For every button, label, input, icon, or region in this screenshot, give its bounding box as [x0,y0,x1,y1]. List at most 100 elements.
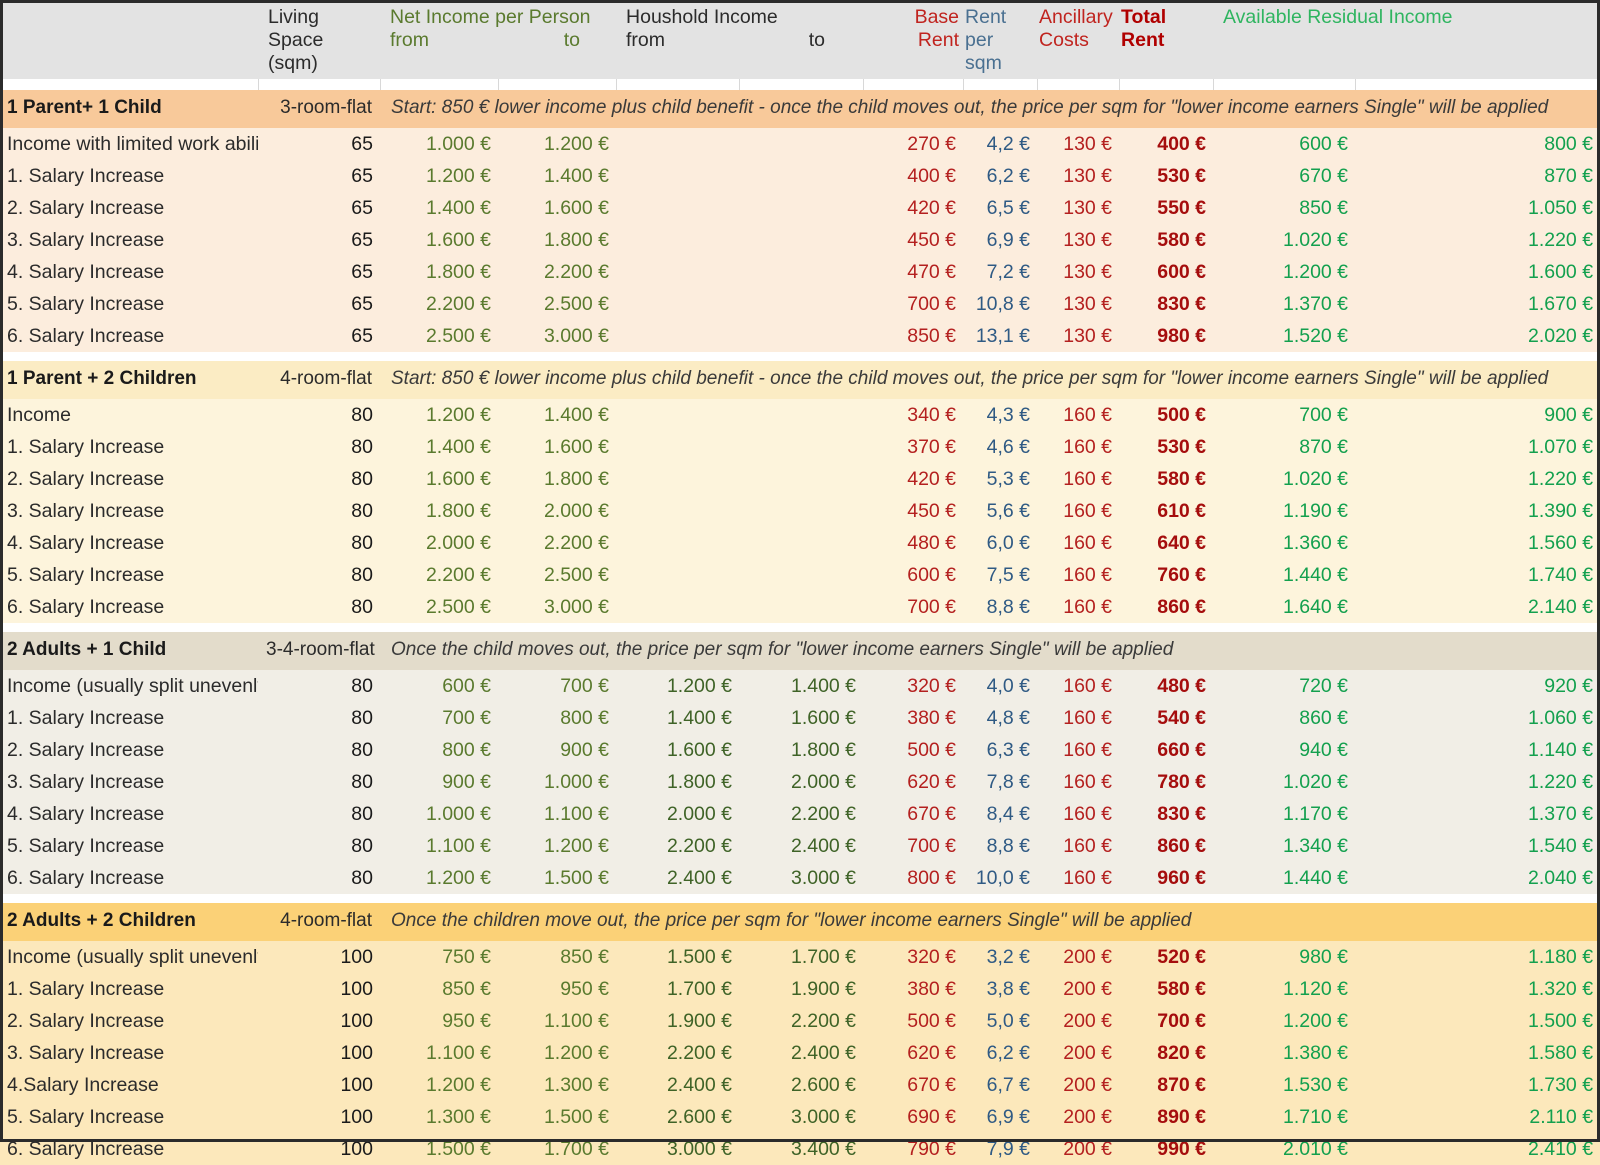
cell-household-income-to: 2.200 € [739,798,864,830]
row-label: Income [0,399,258,431]
cell-rent-per-sqm: 10,8 € [963,288,1038,320]
cell-net-income-to: 800 € [498,702,617,734]
gap-cell [863,79,964,90]
cell-living-space: 100 [258,1069,380,1101]
separator-cell [863,623,964,632]
row-label: 6. Salary Increase [0,862,258,894]
cell-residual-to: 1.560 € [1355,527,1600,559]
gap-cell [739,79,864,90]
cell-base-rent: 690 € [863,1101,964,1133]
cell-total-rent: 980 € [1119,320,1214,352]
cell-household-income-to: 1.800 € [739,734,864,766]
cell-ancillary-costs: 160 € [1037,702,1120,734]
cell-ancillary-costs: 160 € [1037,399,1120,431]
row-label: 3. Salary Increase [0,224,258,256]
cell-net-income-to: 3.000 € [498,591,617,623]
cell-household-income-to [739,256,864,288]
cell-living-space: 65 [258,288,380,320]
cell-rent-per-sqm: 7,8 € [963,766,1038,798]
cell-household-income-from [616,527,740,559]
group-note: Start: 850 € lower income plus child ben… [380,90,1600,128]
cell-residual-from: 1.530 € [1213,1069,1356,1101]
cell-residual-to: 1.540 € [1355,830,1600,862]
row-label: 4. Salary Increase [0,256,258,288]
cell-household-income-from [616,256,740,288]
cell-living-space: 80 [258,702,380,734]
cell-total-rent: 500 € [1119,399,1214,431]
cell-net-income-to: 1.600 € [498,431,617,463]
cell-household-income-from [616,128,740,160]
cell-ancillary-costs: 160 € [1037,559,1120,591]
cell-living-space: 100 [258,1005,380,1037]
table-row: 2. Salary Increase 80 800 €900 €1.600 €1.8… [0,734,1600,766]
cell-living-space: 80 [258,399,380,431]
cell-net-income-from: 1.400 € [380,192,498,224]
header-ancillary-costs: Ancillary Costs [1037,0,1120,79]
cell-net-income-to: 1.300 € [498,1069,617,1101]
row-label: 3. Salary Increase [0,495,258,527]
cell-net-income-to: 1.200 € [498,128,617,160]
separator-cell [380,352,498,361]
cell-net-income-from: 1.200 € [380,160,498,192]
cell-net-income-to: 1.500 € [498,1101,617,1133]
cell-rent-per-sqm: 4,2 € [963,128,1038,160]
cell-net-income-from: 1.000 € [380,128,498,160]
header-ancillary-line2: Costs [1039,29,1089,51]
table-row: 4. Salary Increase 65 1.800 €2.200 € 470 €7… [0,256,1600,288]
cell-total-rent: 550 € [1119,192,1214,224]
row-label: 1. Salary Increase [0,431,258,463]
header-label-col [0,0,258,79]
header-net-income: Net Income per Person from to [380,0,617,79]
cell-rent-per-sqm: 6,2 € [963,1037,1038,1069]
cell-living-space: 80 [258,591,380,623]
cell-living-space: 80 [258,559,380,591]
cell-total-rent: 660 € [1119,734,1214,766]
cell-residual-to: 1.180 € [1355,941,1600,973]
cell-living-space: 80 [258,431,380,463]
cell-ancillary-costs: 130 € [1037,320,1120,352]
cell-rent-per-sqm: 13,1 € [963,320,1038,352]
separator-cell [258,623,380,632]
cell-residual-from: 980 € [1213,941,1356,973]
row-label: Income with limited work ability [0,128,258,160]
cell-base-rent: 400 € [863,160,964,192]
cell-rent-per-sqm: 8,4 € [963,798,1038,830]
cell-total-rent: 860 € [1119,591,1214,623]
cell-living-space: 80 [258,862,380,894]
row-label: 1. Salary Increase [0,160,258,192]
cell-living-space: 65 [258,128,380,160]
cell-residual-from: 1.520 € [1213,320,1356,352]
cell-ancillary-costs: 160 € [1037,495,1120,527]
cell-residual-to: 1.320 € [1355,973,1600,1005]
header-net-income-from: from [390,29,429,51]
separator-cell [1037,894,1120,903]
cell-net-income-from: 1.600 € [380,463,498,495]
cell-ancillary-costs: 200 € [1037,1133,1120,1165]
cell-rent-per-sqm: 10,0 € [963,862,1038,894]
cell-net-income-from: 1.500 € [380,1133,498,1165]
separator-cell [380,894,498,903]
cell-total-rent: 820 € [1119,1037,1214,1069]
table-row: 4.Salary Increase 100 1.200 €1.300 €2.400 … [0,1069,1600,1101]
cell-net-income-to: 1.400 € [498,399,617,431]
cell-total-rent: 870 € [1119,1069,1214,1101]
cell-base-rent: 370 € [863,431,964,463]
cell-net-income-to: 1.400 € [498,160,617,192]
cell-ancillary-costs: 200 € [1037,1101,1120,1133]
cell-residual-from: 1.200 € [1213,1005,1356,1037]
cell-net-income-to: 1.700 € [498,1133,617,1165]
cell-household-income-from [616,495,740,527]
cell-residual-from: 1.200 € [1213,256,1356,288]
row-label: Income (usually split unevenly) [0,670,258,702]
cell-residual-to: 800 € [1355,128,1600,160]
cell-household-income-to: 1.900 € [739,973,864,1005]
cell-residual-to: 870 € [1355,160,1600,192]
separator-cell [0,894,258,903]
cell-residual-to: 1.740 € [1355,559,1600,591]
cell-rent-per-sqm: 7,2 € [963,256,1038,288]
cell-net-income-from: 1.100 € [380,830,498,862]
row-label: 1. Salary Increase [0,973,258,1005]
table-row: Income (usually split unevenly) 80 600 €70… [0,670,1600,702]
cell-net-income-from: 2.500 € [380,591,498,623]
separator-cell [739,623,864,632]
